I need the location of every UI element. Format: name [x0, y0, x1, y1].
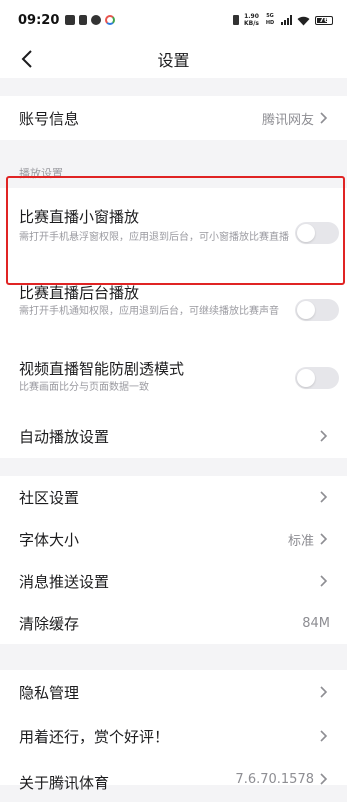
background-play-title: 比赛直播后台播放 [19, 284, 140, 302]
cache-row[interactable]: 清除缓存 84M [0, 602, 347, 644]
autoplay-label: 自动播放设置 [19, 427, 110, 446]
chevron-right-icon [320, 772, 330, 786]
anti-spoiler-desc: 比赛画面比分与页面数据一致 [19, 382, 149, 393]
toggle-knob [297, 301, 315, 319]
signal-icon [281, 15, 292, 25]
background-play-toggle[interactable] [295, 299, 339, 321]
rate-label: 用着还行，赏个好评！ [19, 727, 170, 746]
battery-icon: 76 [315, 15, 333, 25]
battery-level: 76 [319, 15, 329, 24]
mini-window-desc: 需打开手机悬浮窗权限，应用退到后台，可小窗播放比赛直播 [19, 232, 289, 243]
font-size-row[interactable]: 字体大小 标准 [0, 518, 347, 560]
status-time: 09:20 [18, 12, 60, 28]
account-value: 腾讯网友 [261, 112, 314, 128]
about-group: 隐私管理 用着还行，赏个好评！ 关于腾讯体育 7.6.70.1578 [0, 670, 347, 792]
anti-spoiler-title: 视频直播智能防剧透模式 [19, 360, 185, 378]
chevron-right-icon [320, 574, 330, 588]
font-size-value: 标准 [287, 533, 314, 549]
general-group: 社区设置 字体大小 标准 消息推送设置 清除缓存 84M [0, 476, 347, 644]
account-group: 账号信息 腾讯网友 [0, 96, 347, 140]
privacy-label: 隐私管理 [19, 683, 80, 702]
back-button[interactable] [14, 46, 40, 72]
vibrate-icon [233, 15, 239, 25]
network-speed-unit: KB/s [244, 20, 259, 27]
chevron-right-icon [320, 111, 330, 125]
network-type: 5G HD [265, 13, 275, 26]
back-arrow-icon [21, 50, 32, 68]
chevron-right-icon [320, 729, 330, 743]
background-play-row: 比赛直播后台播放 需打开手机通知权限，应用退到后台，可继续播放比赛声音 [0, 282, 347, 348]
section-header-playback: 播放设置 [0, 158, 347, 188]
status-bar: 09:20 1.90 KB/s 5G HD 76 [0, 0, 347, 40]
push-row[interactable]: 消息推送设置 [0, 560, 347, 602]
chevron-right-icon [320, 490, 330, 504]
autoplay-row[interactable]: 自动播放设置 [0, 416, 347, 456]
page-title: 设置 [157, 51, 190, 70]
network-speed: 1.90 KB/s [244, 13, 259, 27]
mini-window-title: 比赛直播小窗播放 [19, 208, 140, 226]
notification-icons [65, 15, 116, 25]
account-row[interactable]: 账号信息 腾讯网友 [0, 96, 347, 140]
app-ring-icon [105, 15, 116, 25]
toggle-knob [297, 224, 315, 242]
about-label: 关于腾讯体育 [19, 774, 110, 792]
cache-label: 清除缓存 [19, 614, 80, 633]
mail-icon [65, 15, 76, 25]
anti-spoiler-toggle[interactable] [295, 367, 339, 389]
download-icon [79, 15, 88, 25]
mini-window-row: 比赛直播小窗播放 需打开手机悬浮窗权限，应用退到后台，可小窗播放比赛直播 [0, 188, 347, 274]
about-row[interactable]: 关于腾讯体育 7.6.70.1578 [0, 758, 347, 802]
community-row[interactable]: 社区设置 [0, 476, 347, 518]
privacy-row[interactable]: 隐私管理 [0, 670, 347, 714]
anti-spoiler-row: 视频直播智能防剧透模式 比赛画面比分与页面数据一致 [0, 358, 347, 408]
cache-value: 84M [302, 615, 330, 631]
background-play-desc: 需打开手机通知权限，应用退到后台，可继续播放比赛声音 [19, 306, 279, 317]
community-label: 社区设置 [19, 488, 80, 507]
mini-window-toggle[interactable] [295, 222, 339, 244]
network-speed-value: 1.90 [244, 13, 259, 20]
chevron-right-icon [320, 532, 330, 546]
chat-icon [91, 15, 102, 25]
status-right-icons: 1.90 KB/s 5G HD 76 [233, 11, 333, 30]
font-size-label: 字体大小 [19, 530, 80, 549]
toggle-knob [297, 369, 315, 387]
rate-row[interactable]: 用着还行，赏个好评！ [0, 714, 347, 758]
account-label: 账号信息 [19, 109, 80, 128]
playback-group: 比赛直播小窗播放 需打开手机悬浮窗权限，应用退到后台，可小窗播放比赛直播 比赛直… [0, 188, 347, 458]
wifi-icon [297, 11, 310, 30]
push-label: 消息推送设置 [19, 572, 110, 591]
chevron-right-icon [320, 429, 330, 443]
chevron-right-icon [320, 685, 330, 699]
nav-bar: 设置 [0, 40, 347, 78]
